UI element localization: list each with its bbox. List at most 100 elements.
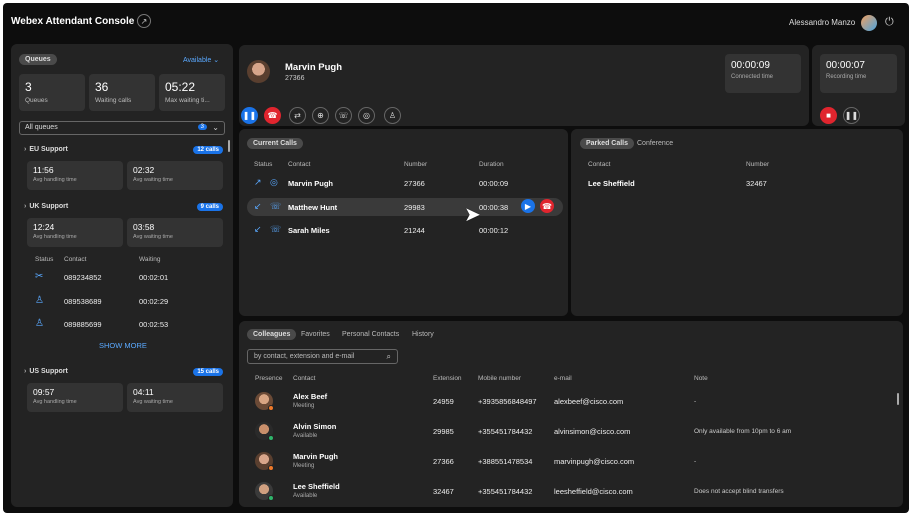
column-header: Presence (255, 375, 283, 382)
active-call-panel: Marvin Pugh 27366 00:00:09 Connected tim… (239, 45, 809, 126)
queue-count-badge: 3 (197, 124, 207, 130)
pause-recording-button[interactable]: ❚❚ (843, 107, 860, 124)
contact-name[interactable]: Alex Beef (293, 392, 327, 401)
call-contact[interactable]: Marvin Pugh (288, 179, 333, 188)
caller-extension: 27366 (285, 75, 305, 82)
contact-email[interactable]: alexbeef@cisco.com (554, 397, 623, 406)
chevron-down-icon: ⌄ (213, 57, 220, 64)
queue-name: EU Support (29, 146, 68, 153)
avg-handling-card: 11:56 Avg handling time (27, 161, 123, 190)
contact-mobile[interactable]: +355451784432 (478, 487, 532, 496)
contact-status: Meeting (293, 463, 315, 469)
queue-filter-value: All queues (25, 124, 58, 131)
avg-waiting-card: 04:11 Avg waiting time (127, 383, 223, 412)
column-header: Contact (588, 161, 611, 168)
call-number: 21244 (404, 226, 425, 235)
stat-label: Queues (25, 97, 48, 104)
stat-value: 05:22 (165, 80, 196, 94)
recording-panel: 00:00:07 Recording time ■ ❚❚ (812, 45, 905, 126)
stat-value: 3 (25, 80, 32, 94)
tab-queues[interactable]: Queues (19, 54, 57, 65)
conference-button[interactable]: ⊕ (312, 107, 329, 124)
contact-email[interactable]: leesheffield@cisco.com (554, 487, 633, 496)
top-bar: Webex Attendant Console ↗ Alessandro Man… (3, 3, 909, 41)
contact-name[interactable]: Lee Sheffield (293, 482, 340, 491)
park-button[interactable]: ☏ (335, 107, 352, 124)
tab-colleagues[interactable]: Colleagues (247, 329, 297, 340)
scrollbar[interactable] (897, 393, 899, 405)
caller-name: Marvin Pugh (285, 62, 343, 73)
waiting-contact[interactable]: 089885699 (64, 320, 102, 329)
mouse-cursor-icon: ➤ (464, 204, 481, 226)
waiting-contact[interactable]: 089538689 (64, 297, 102, 306)
column-header: Number (404, 161, 428, 168)
stop-recording-button[interactable]: ■ (820, 107, 837, 124)
contact-extension[interactable]: 27366 (433, 457, 454, 466)
tab-current-calls[interactable]: Current Calls (247, 138, 303, 149)
user-avatar[interactable] (861, 15, 877, 31)
call-duration: 00:00:09 (479, 179, 509, 188)
call-contact[interactable]: Matthew Hunt (288, 203, 337, 212)
column-header: Mobile number (478, 375, 521, 382)
connected-time-label: Connected time (731, 74, 774, 80)
show-more-link[interactable]: SHOW MORE (99, 341, 147, 350)
tab-personal-contacts[interactable]: Personal Contacts (336, 329, 405, 340)
contact-email[interactable]: marvinpugh@cisco.com (554, 457, 634, 466)
waiting-contact[interactable]: 089234852 (64, 273, 102, 282)
queue-group-us[interactable]: › US Support (24, 368, 68, 375)
phone-hold-icon: ☏ (270, 224, 282, 234)
queue-group-uk[interactable]: › UK Support (24, 203, 68, 210)
contact-extension[interactable]: 32467 (433, 487, 454, 496)
hold-button[interactable]: ❚❚ (241, 107, 258, 124)
queue-group-eu[interactable]: › EU Support (24, 146, 68, 153)
contact-mobile[interactable]: +355451784432 (478, 427, 532, 436)
call-number: 29983 (404, 203, 425, 212)
contact-mobile[interactable]: +3935856848497 (478, 397, 537, 406)
call-contact[interactable]: Sarah Miles (288, 226, 330, 235)
contact-name[interactable]: Alvin Simon (293, 422, 336, 431)
contact-extension[interactable]: 24959 (433, 397, 454, 406)
contact-email[interactable]: alvinsimon@cisco.com (554, 427, 630, 436)
availability-dropdown[interactable]: Available ⌄ (183, 56, 219, 64)
resume-call-button[interactable]: ▶ (521, 199, 535, 213)
add-contact-button[interactable]: ♙ (384, 107, 401, 124)
popout-icon[interactable]: ↗ (137, 14, 151, 28)
contact-name[interactable]: Marvin Pugh (293, 452, 338, 461)
stat-value: 36 (95, 80, 109, 94)
tab-conference[interactable]: Conference (631, 138, 679, 149)
tab-parked-calls[interactable]: Parked Calls (580, 138, 635, 149)
stat-label: Max waiting ti... (165, 97, 210, 104)
presence-meeting-icon (268, 465, 274, 471)
contact-mobile[interactable]: +388551478534 (478, 457, 532, 466)
avg-waiting-label: Avg waiting time (133, 234, 173, 240)
tab-history[interactable]: History (406, 329, 440, 340)
end-call-button[interactable]: ☎ (264, 107, 281, 124)
park-icon: ☏ (338, 111, 349, 120)
search-icon[interactable]: ⌕ (387, 352, 391, 362)
calls-badge: 15 calls (193, 368, 223, 376)
avatar (255, 452, 274, 471)
avg-handling-value: 09:57 (33, 387, 55, 397)
consult-button[interactable]: ◎ (358, 107, 375, 124)
contact-search-input[interactable]: by contact, extension and e-mail ⌕ (247, 349, 398, 364)
avg-waiting-value: 03:58 (133, 222, 155, 232)
scrollbar[interactable] (228, 140, 230, 152)
presence-available-icon (268, 435, 274, 441)
stat-waiting-calls: 36 Waiting calls (89, 74, 155, 111)
stat-max-waiting: 05:22 Max waiting ti... (159, 74, 225, 111)
contact-extension[interactable]: 29985 (433, 427, 454, 436)
app-title: Webex Attendant Console (11, 16, 135, 27)
tab-favorites[interactable]: Favorites (295, 329, 336, 340)
chevron-down-icon: ⌄ (212, 123, 219, 132)
contact-status: Available (293, 433, 318, 439)
headset-icon: ◎ (270, 177, 278, 187)
queue-filter-select[interactable]: All queues 3 ⌄ (19, 121, 225, 135)
caller-avatar (247, 60, 270, 83)
transfer-button[interactable]: ⇄ (289, 107, 306, 124)
avg-handling-value: 12:24 (33, 222, 55, 232)
hang-up-icon: ☎ (267, 111, 278, 120)
sign-out-icon[interactable]: ⏻ (885, 16, 894, 29)
end-call-button[interactable]: ☎ (540, 199, 554, 213)
parked-contact[interactable]: Lee Sheffield (588, 179, 635, 188)
recording-time-box: 00:00:07 Recording time (820, 54, 897, 93)
